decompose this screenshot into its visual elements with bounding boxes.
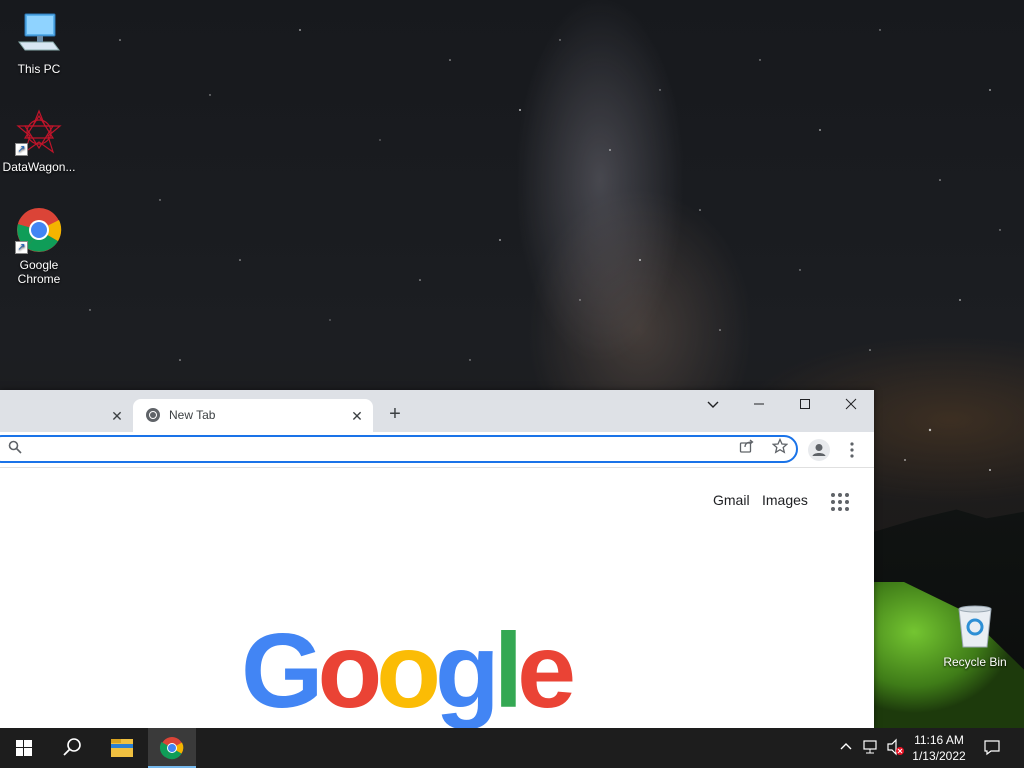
desktop-icon-recycle-bin[interactable]: Recycle Bin <box>937 603 1013 669</box>
desktop-icon-google-chrome[interactable]: ↗ Google Chrome <box>1 206 77 286</box>
start-icon <box>16 740 32 756</box>
desktop-icon-label: Google Chrome <box>17 258 61 286</box>
taskbar-file-explorer[interactable] <box>98 728 146 768</box>
system-clock[interactable]: 11:16 AM 1/13/2022 <box>906 732 972 764</box>
desktop-icon-label: This PC <box>17 62 61 76</box>
notifications-icon[interactable] <box>983 738 1001 761</box>
google-logo: Google <box>241 618 576 724</box>
chrome-window: ✕ New Tab ✕ + Gmail Images Google <box>0 390 874 728</box>
star-icon[interactable] <box>769 437 791 460</box>
logo-letter: l <box>493 612 524 728</box>
volume-muted-icon[interactable] <box>886 738 906 761</box>
taskbar-chrome[interactable] <box>148 728 196 768</box>
address-input[interactable] <box>24 439 714 459</box>
desktop-icon-label: DataWagon... <box>2 160 76 174</box>
logo-letter: o <box>376 612 441 728</box>
start-button[interactable] <box>0 728 48 768</box>
tab-inactive[interactable]: ✕ <box>0 399 132 432</box>
file-explorer-icon <box>111 739 133 757</box>
taskbar-search-button[interactable] <box>48 728 96 768</box>
close-window-button[interactable] <box>828 392 874 422</box>
tab-search-chevron-icon[interactable] <box>690 392 736 422</box>
desktop-icon-label: Recycle Bin <box>943 655 1007 669</box>
gmail-link[interactable]: Gmail <box>713 492 750 508</box>
clock-time: 11:16 AM <box>914 733 964 747</box>
logo-letter: g <box>434 612 500 728</box>
network-icon[interactable] <box>862 738 880 761</box>
tab-title: New Tab <box>169 408 216 422</box>
desktop-icon-this-pc[interactable]: This PC <box>1 10 77 76</box>
chrome-icon <box>159 737 184 760</box>
shortcut-arrow-icon: ↗ <box>15 143 28 156</box>
share-icon[interactable] <box>736 438 758 460</box>
new-tab-button[interactable]: + <box>384 403 406 425</box>
shortcut-arrow-icon: ↗ <box>15 241 28 254</box>
this-pc-icon <box>15 10 63 58</box>
title-bar[interactable]: ✕ New Tab ✕ + <box>0 390 874 432</box>
recycle-bin-icon <box>951 603 999 651</box>
profile-icon[interactable] <box>808 439 830 461</box>
close-tab-icon[interactable]: ✕ <box>108 407 126 425</box>
search-icon <box>4 438 26 460</box>
browser-toolbar <box>0 432 874 468</box>
close-tab-icon[interactable]: ✕ <box>348 407 366 425</box>
taskbar: 11:16 AM 1/13/2022 <box>0 728 1024 768</box>
google-apps-icon[interactable] <box>829 491 851 513</box>
address-bar[interactable] <box>0 435 798 463</box>
chrome-favicon-icon <box>146 408 160 422</box>
menu-icon[interactable] <box>841 439 863 461</box>
images-link[interactable]: Images <box>762 492 808 508</box>
tab-new-tab[interactable]: New Tab ✕ <box>133 399 373 432</box>
clock-date: 1/13/2022 <box>912 749 966 763</box>
maximize-button[interactable] <box>782 392 828 422</box>
logo-letter: o <box>317 612 382 728</box>
search-icon <box>63 738 81 756</box>
minimize-button[interactable] <box>736 392 782 422</box>
logo-letter: G <box>241 612 323 728</box>
desktop-icon-datawagon[interactable]: ↗ DataWagon... <box>1 108 77 174</box>
new-tab-page: Gmail Images Google <box>0 468 874 728</box>
logo-letter: e <box>517 612 576 728</box>
datawagon-icon: ↗ <box>15 108 63 156</box>
chrome-icon: ↗ <box>15 206 63 254</box>
show-hidden-icons-chevron-icon[interactable] <box>839 738 853 758</box>
